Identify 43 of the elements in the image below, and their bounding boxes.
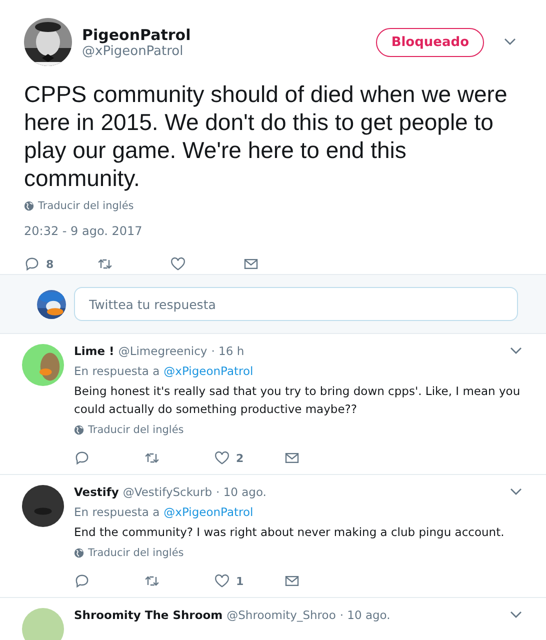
user-name[interactable]: Vestify	[74, 485, 119, 499]
reply-time[interactable]: · 10 ago.	[340, 608, 390, 622]
reply-to-label: En respuesta a	[74, 505, 160, 519]
blocked-button[interactable]: Bloqueado	[376, 28, 484, 56]
chevron-down-icon[interactable]	[510, 611, 522, 619]
globe-icon	[74, 425, 84, 435]
chevron-down-icon[interactable]	[510, 488, 522, 496]
reply-input[interactable]: Twittea tu respuesta	[74, 287, 518, 321]
reply-icon[interactable]	[74, 450, 90, 466]
chevron-down-icon[interactable]	[510, 347, 522, 355]
translate-link[interactable]: Traducir del inglés	[74, 547, 522, 559]
reply-text: Being honest it's really sad that you try to bring down cpps'. Like, I mean you could actually do something productive maybe??	[74, 383, 522, 418]
reply-icon[interactable]	[24, 256, 40, 272]
user-name[interactable]: Lime !	[74, 344, 114, 358]
translate-link[interactable]: Traducir del inglés	[24, 200, 522, 212]
user-name[interactable]: Shroomity The Shroom	[74, 608, 223, 622]
heart-icon[interactable]	[170, 256, 186, 272]
heart-icon[interactable]	[214, 573, 230, 589]
mention-link[interactable]: @xPigeonPatrol	[164, 364, 254, 378]
globe-icon	[24, 201, 34, 211]
reply-to-label: En respuesta a	[74, 364, 160, 378]
user-handle[interactable]: @xPigeonPatrol	[82, 44, 366, 58]
action-count: 1	[236, 574, 244, 588]
reply-time[interactable]: · 10 ago.	[216, 485, 266, 499]
tweet-text: CPPS community should of died when we were here in 2015. We don't do this to get people to play our game. We're here to end this community.	[24, 80, 508, 192]
user-handle[interactable]: @VestifySckurb	[122, 485, 212, 499]
globe-icon	[74, 548, 84, 558]
user-handle[interactable]: @Shroomity_Shroo	[226, 608, 336, 622]
chevron-down-icon[interactable]	[504, 38, 516, 46]
reply-icon[interactable]	[74, 573, 90, 589]
action-count: 2	[236, 452, 244, 464]
translate-link[interactable]: Traducir del inglés	[74, 424, 522, 436]
heart-icon[interactable]	[214, 450, 230, 466]
user-handle[interactable]: @Limegreenicy	[118, 344, 208, 358]
user-name[interactable]: PigeonPatrol	[82, 26, 366, 44]
action-count: 8	[46, 258, 54, 270]
timestamp[interactable]: 20:32 - 9 ago. 2017	[24, 224, 522, 238]
reply-time[interactable]: · 16 h	[211, 344, 244, 358]
mention-link[interactable]: @xPigeonPatrol	[164, 505, 254, 519]
envelope-icon[interactable]	[284, 573, 300, 589]
envelope-icon[interactable]	[284, 450, 300, 466]
envelope-icon[interactable]	[243, 256, 259, 272]
reply-text: End the community? I was right about never making a club pingu account.	[74, 524, 506, 541]
